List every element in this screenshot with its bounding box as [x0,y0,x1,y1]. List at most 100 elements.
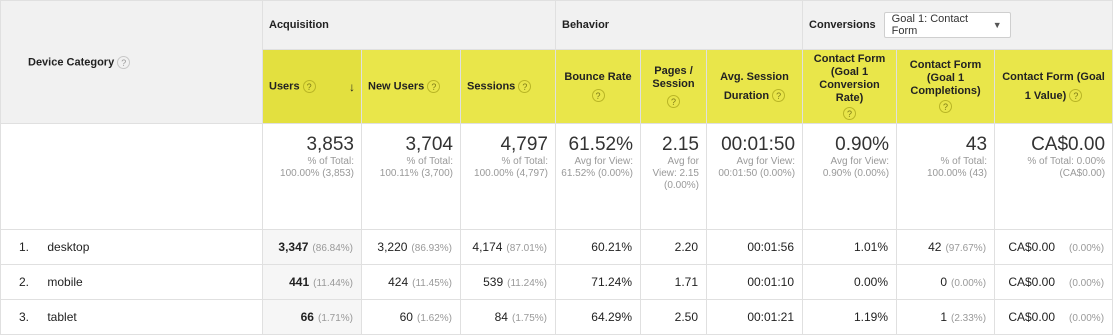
totals-row: 3,853 % of Total: 100.00% (3,853) 3,704 … [0,123,1114,230]
cell-sessions: 539 (11.24%) [460,264,556,300]
cell-avg-duration: 00:01:21 [705,299,804,335]
cell-conversion-rate: 0.00% [802,264,898,300]
column-header-bounce-rate[interactable]: Bounce Rate ? [555,49,641,124]
total-subtext: % of Total: 0.00% (CA$0.00) [1027,156,1106,179]
help-icon[interactable]: ? [939,100,953,114]
cell-completions: 1 (2.33%) [896,299,996,335]
column-header-new-users[interactable]: New Users ? [361,49,461,124]
row-dimension: 3. tablet [0,299,263,335]
total-value: 3,704 [405,134,453,155]
row-index: 1. [19,240,30,254]
cell-users: 441 (11.44%) [262,264,362,300]
total-subtext: Avg for View: 2.15 (0.00%) [652,156,699,191]
total-sessions: 4,797 % of Total: 100.00% (4,797) [460,123,556,230]
total-completions: 43 % of Total: 100.00% (43) [896,123,996,230]
table-row: 3. tablet 66 (1.71%) 60 (1.62%) 84 (1.75%) … [0,299,1114,335]
cell-percent: (11.45%) [412,278,452,289]
cell-value: CA$0.00 [1008,310,1056,324]
help-icon[interactable]: ? [667,94,680,108]
cell-pages-session: 2.50 [640,299,707,335]
total-avg-duration: 00:01:50 Avg for View: 00:01:50 (0.00%) [705,123,804,230]
cell-goal-value: CA$0.00 (0.00%) [994,299,1114,335]
total-subtext: Avg for View: 0.90% (0.00%) [822,156,890,179]
cell-value: 3,220 [377,240,408,254]
cell-bounce-rate: 60.21% [555,229,641,265]
column-header-avg-session-duration[interactable]: Avg. Session Duration ? [705,49,804,124]
column-header-goal-value[interactable]: Contact Form (Goal 1 Value) ? [994,49,1114,124]
total-bounce-rate: 61.52% Avg for View: 61.52% (0.00%) [555,123,641,230]
help-icon[interactable]: ? [1069,89,1083,103]
total-value: 61.52% [568,134,633,155]
cell-percent: (1.75%) [511,313,547,324]
table-row: 2. mobile 441 (11.44%) 424 (11.45%) 539 (11… [0,264,1114,300]
cell-bounce-rate: 64.29% [555,299,641,335]
cell-percent: (0.00%) [1069,243,1105,254]
cell-value: 424 [388,275,409,289]
help-icon[interactable]: ? [772,89,786,103]
column-label: Bounce Rate [564,70,632,83]
column-label: Sessions [467,80,516,93]
row-index: 2. [19,275,30,289]
group-behavior: Behavior [554,0,804,50]
sort-down-arrow-icon[interactable]: ↓ [349,80,355,94]
cell-avg-duration: 00:01:56 [705,229,804,265]
total-pages-session: 2.15 Avg for View: 2.15 (0.00%) [640,123,707,230]
total-value: 43 [965,134,988,155]
device-link[interactable]: tablet [47,310,76,324]
cell-value: 42 [928,240,942,254]
column-header-completions[interactable]: Contact Form (Goal 1 Completions) ? [896,49,996,124]
cell-percent: (11.44%) [313,278,353,289]
row-index: 3. [19,310,30,324]
cell-pages-session: 1.71 [640,264,707,300]
column-header-sessions[interactable]: Sessions ? [460,49,556,124]
column-label: Users [269,79,300,92]
cell-conversion-rate: 1.01% [802,229,898,265]
cell-sessions: 4,174 (87.01%) [460,229,556,265]
cell-percent: (1.71%) [317,313,353,324]
cell-bounce-rate: 71.24% [555,264,641,300]
goal-select[interactable]: Goal 1: Contact Form ▼ [883,12,1011,38]
column-header-pages-session[interactable]: Pages / Session ? [640,49,707,124]
cell-completions: 42 (97.67%) [896,229,996,265]
total-value: 4,797 [500,134,548,155]
dimension-label: Device Category [28,55,115,68]
cell-percent: (87.01%) [506,243,547,254]
column-header-users[interactable]: Users ? ↓ [262,49,362,124]
help-icon[interactable]: ? [591,88,605,102]
cell-value: 539 [483,275,504,289]
help-icon[interactable]: ? [117,55,131,69]
cell-value: 60 [399,310,413,324]
help-icon[interactable]: ? [518,80,532,93]
cell-avg-duration: 00:01:10 [705,264,804,300]
column-label: New Users [368,80,425,93]
cell-percent: (86.84%) [312,243,353,254]
group-conversions: Conversions Goal 1: Contact Form ▼ [802,0,1114,50]
cell-percent: (0.00%) [951,278,987,289]
cell-value: 441 [289,275,310,289]
cell-value: CA$0.00 [1008,240,1056,254]
dimension-header[interactable]: Device Category ? [0,0,263,124]
total-subtext: % of Total: 100.00% (43) [926,156,988,179]
total-users: 3,853 % of Total: 100.00% (3,853) [262,123,362,230]
cell-value: CA$0.00 [1008,275,1056,289]
total-subtext: Avg for View: 00:01:50 (0.00%) [718,156,796,179]
device-link[interactable]: desktop [47,240,89,254]
total-value: 00:01:50 [721,134,796,155]
cell-new-users: 3,220 (86.93%) [361,229,461,265]
cell-value: 66 [300,310,314,324]
cell-sessions: 84 (1.75%) [460,299,556,335]
column-header-conversion-rate[interactable]: Contact Form (Goal 1 Conversion Rate) ? [802,49,898,124]
help-icon[interactable]: ? [843,106,857,120]
cell-percent: (86.93%) [411,243,452,254]
cell-percent: (1.62%) [416,313,452,324]
help-icon[interactable]: ? [302,79,316,93]
conversions-label: Conversions [809,19,876,31]
chevron-down-icon: ▼ [992,20,1002,30]
cell-goal-value: CA$0.00 (0.00%) [994,229,1114,265]
device-link[interactable]: mobile [47,275,82,289]
cell-percent: (0.00%) [1069,313,1105,324]
report-table: Device Category ? Acquisition Behavior C… [0,0,1114,335]
total-value: 3,853 [306,134,354,155]
cell-value: 3,347 [278,240,309,254]
help-icon[interactable]: ? [427,80,441,93]
